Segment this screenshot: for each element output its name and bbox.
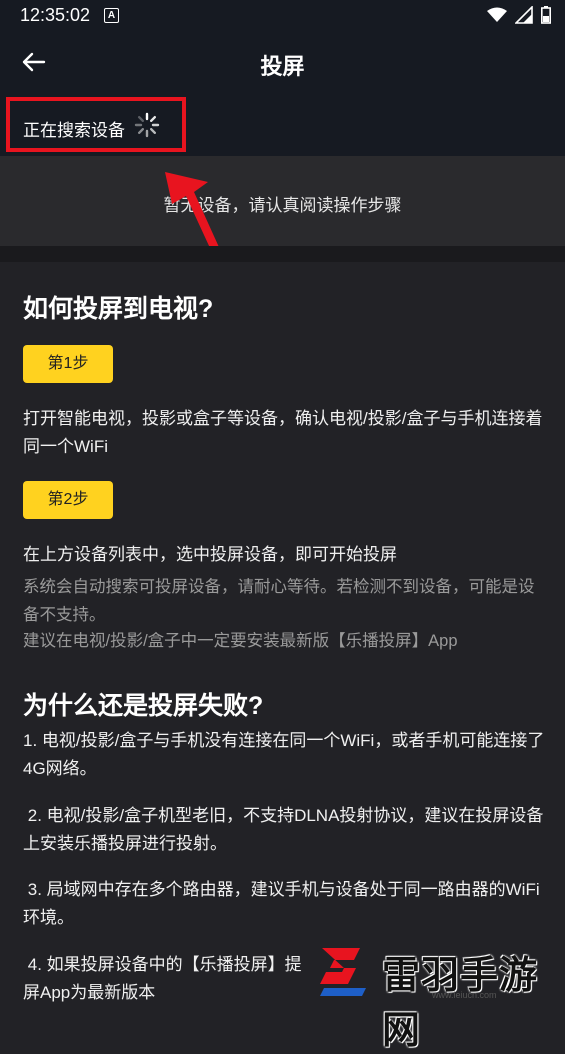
step-2-badge: 第2步 <box>23 481 113 519</box>
wifi-icon <box>487 7 507 22</box>
battery-icon <box>541 6 551 24</box>
step-1-text: 打开智能电视，投影或盒子等设备，确认电视/投影/盒子与手机连接着同一个WiFi <box>23 409 543 456</box>
watermark-logo-icon <box>320 948 366 996</box>
watermark: 雷羽手游网 www.leiucn.com <box>314 940 559 1052</box>
notification-icon: A <box>104 8 119 23</box>
guide-heading: 如何投屏到电视? <box>23 295 214 323</box>
status-icons <box>487 6 551 24</box>
install-note: 建议在电视/投影/盒子中一定要安装最新版【乐播投屏】App <box>23 632 458 650</box>
faq-item-1: 1. 电视/投影/盒子与手机没有连接在同一个WiFi，或者手机可能连接了4G网络… <box>23 731 545 778</box>
app-bar: 投屏 <box>0 32 565 94</box>
status-time: 12:35:02 <box>20 5 91 25</box>
no-device-message: 暂无设备，请认真阅读操作步骤 <box>163 196 402 215</box>
search-note: 系统会自动搜索可投屏设备，请耐心等待。若检测不到设备，可能是设备不支持。 <box>23 578 535 624</box>
step-1-badge: 第1步 <box>23 345 113 383</box>
highlight-box <box>6 97 186 152</box>
empty-device-panel: 暂无设备，请认真阅读操作步骤 <box>0 156 565 246</box>
section-divider <box>0 246 565 262</box>
status-bar: 12:35:02 A <box>0 0 565 32</box>
faq-item-2: 2. 电视/投影/盒子机型老旧，不支持DLNA投射协议，建议在投屏设备上安装乐播… <box>23 806 544 853</box>
step-2-text: 在上方设备列表中，选中投屏设备，即可开始投屏 <box>23 545 397 564</box>
faq-heading: 为什么还是投屏失败? <box>23 692 264 720</box>
signal-icon <box>515 6 533 24</box>
watermark-url: www.leiucn.com <box>432 990 497 1000</box>
faq-item-3: 3. 局域网中存在多个路由器，建议手机与设备处于同一路由器的WiFi环境。 <box>23 880 540 927</box>
page-title: 投屏 <box>260 54 305 79</box>
